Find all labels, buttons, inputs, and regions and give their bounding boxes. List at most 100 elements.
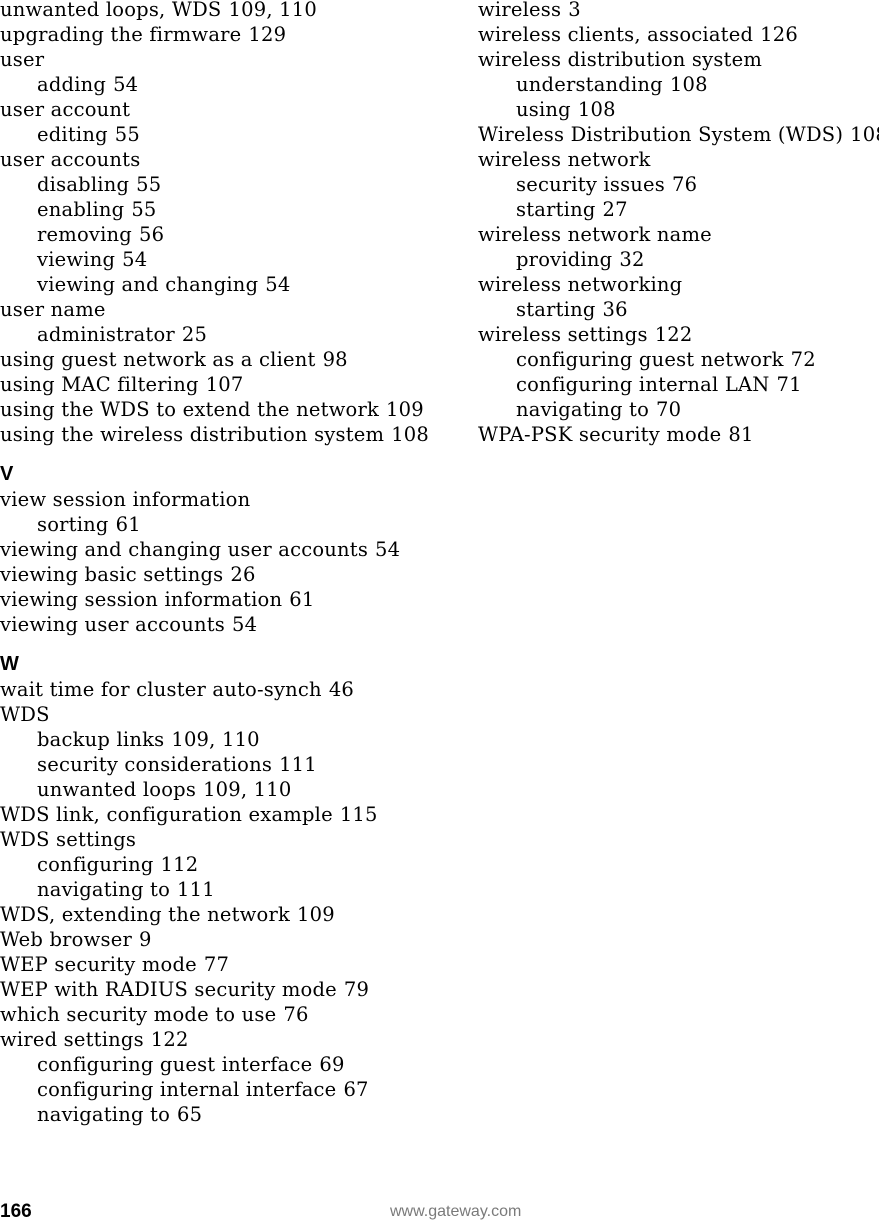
index-subentry: sorting 61 xyxy=(0,512,460,537)
index-page-ref[interactable]: 115 xyxy=(340,803,378,826)
index-page-ref[interactable]: 111 xyxy=(177,878,215,901)
index-subentry: navigating to 70 xyxy=(478,397,879,422)
index-term: WDS xyxy=(0,703,50,726)
index-entry: unwanted loops, WDS 109, 110 xyxy=(0,0,460,22)
index-entry: using MAC filtering 107 xyxy=(0,372,460,397)
index-term: WPA-PSK security mode xyxy=(478,423,722,446)
index-term: upgrading the firmware xyxy=(0,23,242,46)
index-page-ref[interactable]: 9 xyxy=(139,928,152,951)
index-entry: Wireless Distribution System (WDS) 108 xyxy=(478,122,879,147)
index-term: starting xyxy=(516,298,596,321)
index-page-ref[interactable]: 108 xyxy=(850,123,879,146)
index-page-ref[interactable]: 79 xyxy=(344,978,369,1001)
index-entry: wireless settings 122 xyxy=(478,322,879,347)
index-term: viewing and changing xyxy=(37,273,259,296)
index-term: WDS settings xyxy=(0,828,137,851)
index-page-ref[interactable]: 109, 110 xyxy=(229,0,317,21)
index-page-ref[interactable]: 70 xyxy=(656,398,681,421)
index-page-ref[interactable]: 122 xyxy=(151,1028,189,1051)
index-entry: wireless clients, associated 126 xyxy=(478,22,879,47)
index-page-ref[interactable]: 122 xyxy=(655,323,693,346)
index-page-ref[interactable]: 108 xyxy=(391,423,429,446)
index-subentry: configuring guest interface 69 xyxy=(0,1052,460,1077)
index-page-ref[interactable]: 76 xyxy=(283,1003,308,1026)
index-page-ref[interactable]: 55 xyxy=(136,173,161,196)
index-subentry: viewing and changing 54 xyxy=(0,272,460,297)
index-subentry: navigating to 65 xyxy=(0,1102,460,1127)
index-subentry: unwanted loops 109, 110 xyxy=(0,777,460,802)
index-page-ref[interactable]: 54 xyxy=(375,538,400,561)
index-page-ref[interactable]: 25 xyxy=(182,323,207,346)
index-page-ref[interactable]: 55 xyxy=(115,123,140,146)
index-entry: WDS, extending the network 109 xyxy=(0,902,460,927)
footer-url: www.gateway.com xyxy=(390,1203,522,1220)
index-entry: WDS xyxy=(0,702,460,727)
index-term: viewing session information xyxy=(0,588,283,611)
index-subentry: removing 56 xyxy=(0,222,460,247)
index-page-ref[interactable]: 27 xyxy=(603,198,628,221)
index-page-ref[interactable]: 112 xyxy=(161,853,199,876)
index-page-ref[interactable]: 26 xyxy=(230,563,255,586)
index-term: wait time for cluster auto-synch xyxy=(0,678,322,701)
index-page-ref[interactable]: 65 xyxy=(177,1103,202,1126)
index-term: backup links xyxy=(37,728,165,751)
index-page-ref[interactable]: 81 xyxy=(728,423,753,446)
index-page-ref[interactable]: 109, 110 xyxy=(203,778,291,801)
index-page-ref[interactable]: 109, 110 xyxy=(171,728,259,751)
index-entry: viewing user accounts 54 xyxy=(0,612,460,637)
index-term: security considerations xyxy=(37,753,273,776)
index-term: configuring internal interface xyxy=(37,1078,337,1101)
index-subentry: disabling 55 xyxy=(0,172,460,197)
index-page-ref[interactable]: 54 xyxy=(113,73,138,96)
index-subentry: security considerations 111 xyxy=(0,752,460,777)
index-entry: WEP with RADIUS security mode 79 xyxy=(0,977,460,1002)
index-entry: wireless network xyxy=(478,147,879,172)
index-page-ref[interactable]: 109 xyxy=(386,398,424,421)
index-term: WDS, extending the network xyxy=(0,903,291,926)
index-subentry: editing 55 xyxy=(0,122,460,147)
index-term: using the wireless distribution system xyxy=(0,423,385,446)
index-page-ref[interactable]: 108 xyxy=(670,73,708,96)
index-entry: user xyxy=(0,47,460,72)
index-page-ref[interactable]: 129 xyxy=(248,23,286,46)
index-term: user xyxy=(0,48,45,71)
index-page-ref[interactable]: 71 xyxy=(777,373,802,396)
index-term: wireless network xyxy=(478,148,651,171)
index-page-ref[interactable]: 46 xyxy=(329,678,354,701)
index-term: adding xyxy=(37,73,107,96)
index-page-ref[interactable]: 109 xyxy=(297,903,335,926)
index-subentry: providing 32 xyxy=(478,247,879,272)
index-page-ref[interactable]: 56 xyxy=(139,223,164,246)
index-entry: using guest network as a client 98 xyxy=(0,347,460,372)
index-page-ref[interactable]: 69 xyxy=(319,1053,344,1076)
index-page-ref[interactable]: 76 xyxy=(672,173,697,196)
index-entry: wireless networking xyxy=(478,272,879,297)
index-page-ref[interactable]: 61 xyxy=(289,588,314,611)
index-entry: wireless distribution system xyxy=(478,47,879,72)
index-term: enabling xyxy=(37,198,125,221)
index-subentry: configuring internal LAN 71 xyxy=(478,372,879,397)
index-page-ref[interactable]: 54 xyxy=(122,248,147,271)
index-page-ref[interactable]: 54 xyxy=(265,273,290,296)
index-subentry: starting 27 xyxy=(478,197,879,222)
index-subentry: viewing 54 xyxy=(0,247,460,272)
index-page-ref[interactable]: 32 xyxy=(619,248,644,271)
index-page-ref[interactable]: 126 xyxy=(760,23,798,46)
index-page-ref[interactable]: 54 xyxy=(232,613,257,636)
index-page-ref[interactable]: 55 xyxy=(131,198,156,221)
index-term: administrator xyxy=(37,323,175,346)
index-page-ref[interactable]: 107 xyxy=(206,373,244,396)
index-page-ref[interactable]: 108 xyxy=(578,98,616,121)
index-page-ref[interactable]: 72 xyxy=(791,348,816,371)
index-entry: using the wireless distribution system 10… xyxy=(0,422,460,447)
index-term: using guest network as a client xyxy=(0,348,316,371)
index-subentry: using 108 xyxy=(478,97,879,122)
index-page-ref[interactable]: 61 xyxy=(116,513,141,536)
index-page-ref[interactable]: 77 xyxy=(204,953,229,976)
index-term: security issues xyxy=(516,173,665,196)
index-page-ref[interactable]: 67 xyxy=(343,1078,368,1101)
index-page-ref[interactable]: 98 xyxy=(323,348,348,371)
index-page-ref[interactable]: 36 xyxy=(603,298,628,321)
index-page-ref[interactable]: 111 xyxy=(279,753,317,776)
index-page-ref[interactable]: 3 xyxy=(568,0,581,21)
